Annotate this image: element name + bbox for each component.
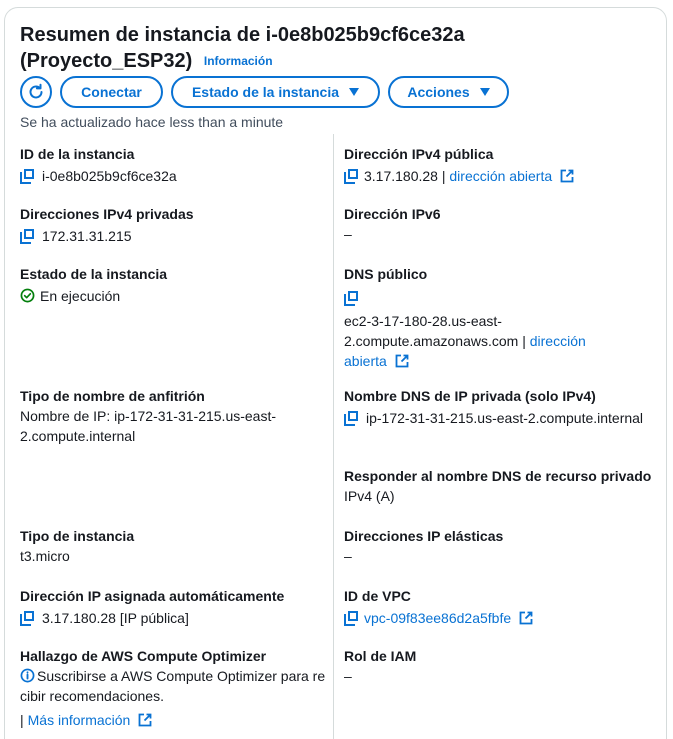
instance-state-field-label: Estado de la instancia bbox=[20, 266, 168, 282]
auto-ip-value: 3.17.180.28 [IP pública] bbox=[42, 610, 189, 626]
last-updated-text: Se ha actualizado hace less than a minut… bbox=[20, 114, 284, 130]
vpc-id-label: ID de VPC bbox=[344, 588, 411, 604]
copy-icon[interactable] bbox=[20, 611, 34, 626]
ipv6-value: – bbox=[344, 226, 352, 242]
public-dns-value: ec2-3-17-180-28.us-east-2.compute.amazon… bbox=[344, 313, 519, 349]
optimizer-link[interactable]: Suscribirse a AWS Compute Optimizer para… bbox=[20, 666, 326, 706]
open-address-link[interactable]: dirección abierta bbox=[449, 168, 552, 184]
instance-id-label: ID de la instancia bbox=[20, 146, 135, 162]
actions-dropdown[interactable]: Acciones bbox=[388, 76, 509, 108]
iam-role-value: – bbox=[344, 668, 352, 684]
elastic-ip-value: – bbox=[344, 548, 352, 564]
caret-down-icon bbox=[349, 88, 360, 96]
private-dns-value: ip-172-31-31-215.us-east-2.compute.inter… bbox=[366, 410, 644, 426]
connect-button[interactable]: Conectar bbox=[60, 76, 163, 108]
separator: | bbox=[441, 168, 446, 184]
external-link-icon[interactable] bbox=[138, 713, 152, 727]
external-link-icon[interactable] bbox=[519, 611, 533, 625]
answer-private-dns-field: Responder al nombre DNS de recurso priva… bbox=[344, 466, 659, 506]
copy-icon[interactable] bbox=[20, 169, 34, 184]
column-divider bbox=[333, 134, 334, 739]
public-ipv4-field: Dirección IPv4 pública 3.17.180.28 | dir… bbox=[344, 144, 654, 186]
vpc-id-link[interactable]: vpc-09f83ee86d2a5fbfe bbox=[364, 610, 511, 626]
instance-type-label: Tipo de instancia bbox=[20, 528, 135, 544]
separator: | bbox=[20, 712, 24, 728]
auto-ip-label: Dirección IP asignada automáticamente bbox=[20, 588, 285, 604]
public-dns-field: DNS público ec2-3-17-180-28.us-east-2.co… bbox=[344, 264, 606, 371]
answer-private-dns-value: IPv4 (A) bbox=[344, 488, 395, 504]
hostname-type-value: Nombre de IP: ip-172-31-31-215.us-east-2… bbox=[20, 408, 277, 444]
optimizer-value: Suscribirse a AWS Compute Optimizer para… bbox=[20, 668, 326, 704]
caret-down-icon bbox=[479, 88, 490, 96]
refresh-icon bbox=[29, 83, 43, 99]
public-ipv4-label: Dirección IPv4 pública bbox=[344, 146, 494, 162]
actions-label: Acciones bbox=[407, 84, 470, 100]
ipv6-label: Dirección IPv6 bbox=[344, 206, 441, 222]
copy-icon[interactable] bbox=[344, 291, 358, 306]
iam-role-field: Rol de IAM – bbox=[344, 646, 644, 686]
external-link-icon[interactable] bbox=[560, 169, 574, 183]
public-dns-label: DNS público bbox=[344, 266, 428, 282]
instance-state-field: Estado de la instancia En ejecución bbox=[20, 264, 320, 306]
instance-id-field: ID de la instancia i-0e8b025b9cf6ce32a bbox=[20, 144, 320, 186]
copy-icon[interactable] bbox=[20, 229, 34, 244]
instance-state-dropdown[interactable]: Estado de la instancia bbox=[171, 76, 380, 108]
more-info-link[interactable]: Más información bbox=[28, 710, 131, 730]
hostname-type-label: Tipo de nombre de anfitrión bbox=[20, 388, 205, 404]
vpc-id-field: ID de VPC vpc-09f83ee86d2a5fbfe bbox=[344, 586, 644, 628]
iam-role-label: Rol de IAM bbox=[344, 648, 417, 664]
instance-state-value: En ejecución bbox=[40, 288, 121, 304]
copy-icon[interactable] bbox=[344, 411, 358, 426]
elastic-ip-field: Direcciones IP elásticas – bbox=[344, 526, 644, 566]
external-link-icon[interactable] bbox=[395, 354, 409, 368]
instance-type-value[interactable]: t3.micro bbox=[20, 546, 320, 566]
public-ipv4-value: 3.17.180.28 bbox=[364, 168, 438, 184]
info-link[interactable]: Información bbox=[204, 54, 273, 68]
private-ipv4-value: 172.31.31.215 bbox=[42, 228, 132, 244]
elastic-ip-label: Direcciones IP elásticas bbox=[344, 528, 504, 544]
optimizer-label: Hallazgo de AWS Compute Optimizer bbox=[20, 648, 267, 664]
private-dns-label: Nombre DNS de IP privada (solo IPv4) bbox=[344, 388, 596, 404]
instance-id-value: i-0e8b025b9cf6ce32a bbox=[42, 168, 177, 184]
check-circle-icon bbox=[20, 288, 35, 303]
copy-icon[interactable] bbox=[344, 169, 358, 184]
info-circle-icon bbox=[20, 668, 35, 683]
auto-ip-field: Dirección IP asignada automáticamente 3.… bbox=[20, 586, 320, 628]
instance-state-label: Estado de la instancia bbox=[191, 84, 340, 100]
ipv6-field: Dirección IPv6 – bbox=[344, 204, 644, 244]
private-ipv4-label: Direcciones IPv4 privadas bbox=[20, 206, 194, 222]
refresh-button[interactable] bbox=[20, 76, 52, 108]
answer-private-dns-label: Responder al nombre DNS de recurso priva… bbox=[344, 468, 652, 484]
connect-label: Conectar bbox=[81, 84, 142, 100]
hostname-type-field: Tipo de nombre de anfitrión Nombre de IP… bbox=[20, 386, 292, 446]
optimizer-field: Hallazgo de AWS Compute Optimizer Suscri… bbox=[20, 646, 326, 730]
instance-type-field: Tipo de instancia t3.micro bbox=[20, 526, 320, 566]
copy-icon[interactable] bbox=[344, 611, 358, 626]
private-dns-field: Nombre DNS de IP privada (solo IPv4) ip-… bbox=[344, 386, 650, 428]
page-title: Resumen de instancia de i-0e8b025b9cf6ce… bbox=[20, 22, 490, 74]
separator: | bbox=[522, 333, 526, 349]
private-ipv4-field: Direcciones IPv4 privadas 172.31.31.215 bbox=[20, 204, 320, 246]
